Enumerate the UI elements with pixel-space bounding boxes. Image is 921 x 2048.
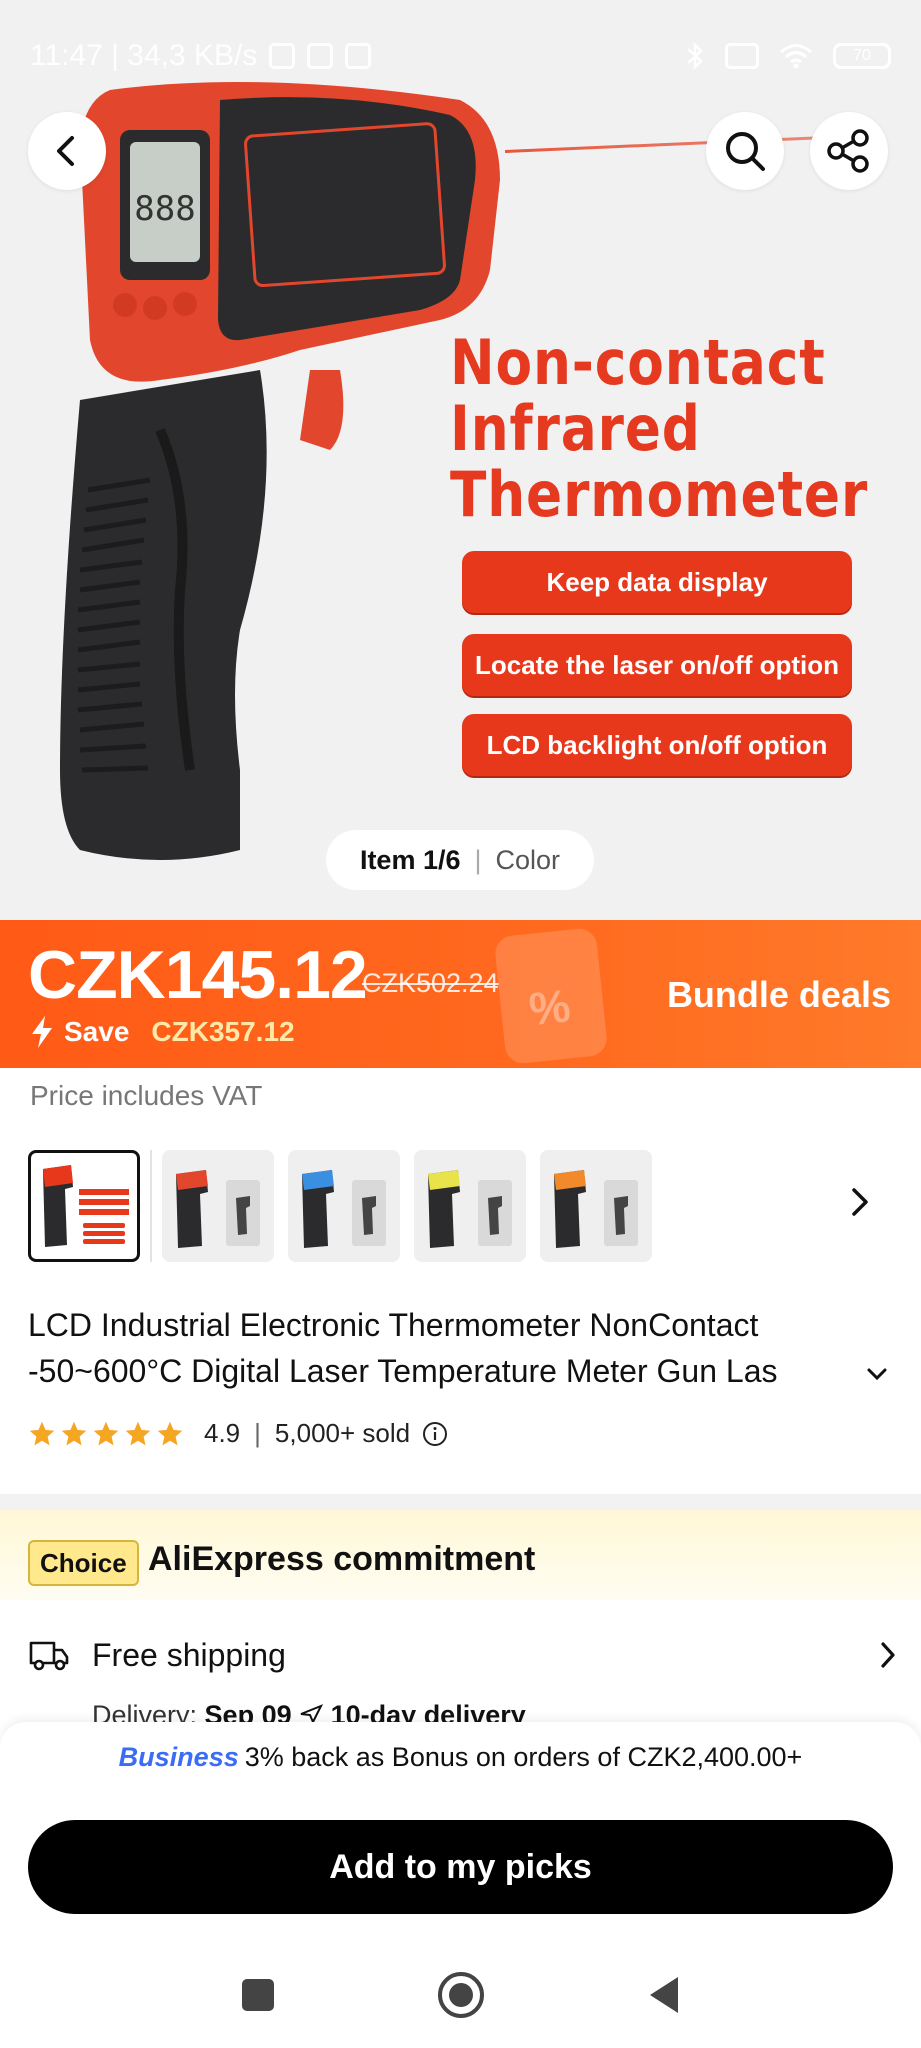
sim-icon	[725, 43, 759, 69]
price-bar: CZK145.12 CZK502.24 Save CZK357.12 % Bun…	[0, 920, 921, 1068]
business-logo: Business	[118, 1742, 239, 1772]
variant-image	[428, 1170, 512, 1248]
bundle-deals-link[interactable]: Bundle deals	[667, 974, 891, 1016]
screen-icon	[345, 43, 372, 69]
item-counter-pill[interactable]: Item 1/6 | Color	[326, 830, 594, 890]
variant-thumb-blue[interactable]	[288, 1150, 400, 1262]
variant-thumb-main[interactable]	[28, 1150, 140, 1262]
chevron-down-icon[interactable]	[866, 1366, 888, 1382]
variant-image	[176, 1170, 260, 1248]
notification-icon	[269, 43, 296, 69]
home-icon[interactable]	[436, 1970, 486, 2020]
wifi-icon	[780, 44, 812, 69]
system-nav-bar	[0, 1950, 921, 2040]
color-label[interactable]: Color	[496, 845, 561, 876]
savings-row: Save CZK357.12	[30, 1016, 295, 1048]
free-shipping-label: Free shipping	[92, 1636, 286, 1673]
current-price: CZK145.12	[28, 937, 368, 1013]
variant-thumb-orange[interactable]	[540, 1150, 652, 1262]
thumb-divider	[150, 1150, 152, 1262]
info-icon[interactable]	[422, 1421, 448, 1447]
search-icon	[726, 132, 765, 171]
share-button[interactable]	[810, 112, 888, 190]
star-icon	[125, 1421, 151, 1445]
product-image-carousel[interactable]: 11:47 | 34,3 KB/s 70 888 Non-contact Inf…	[0, 0, 921, 920]
vat-note: Price includes VAT	[30, 1080, 263, 1111]
sold-count: 5,000+ sold	[274, 1418, 411, 1448]
save-amount: CZK357.12	[151, 1016, 295, 1047]
original-price: CZK502.24	[362, 968, 499, 998]
bonus-text: 3% back as Bonus on orders of CZK2,400.0…	[244, 1742, 803, 1772]
recents-icon[interactable]	[240, 1977, 276, 2013]
share-icon	[827, 129, 869, 173]
section-divider	[0, 1494, 921, 1510]
back-button[interactable]	[28, 112, 106, 190]
variant-thumbnails	[28, 1148, 652, 1264]
save-label: Save	[64, 1016, 130, 1047]
business-bonus-note[interactable]: Business 3% back as Bonus on orders of CZ…	[0, 1742, 921, 1773]
star-rating	[28, 1420, 184, 1448]
rating-row[interactable]: 4.9 | 5,000+ sold	[28, 1418, 448, 1449]
status-time: 11:47 | 34,3 KB/s	[30, 39, 258, 72]
star-icon	[93, 1421, 119, 1445]
thermometer-gun-image: 888	[60, 82, 500, 860]
commitment-title: AliExpress commitment	[148, 1540, 536, 1578]
search-button[interactable]	[706, 112, 784, 190]
feature-badge: Keep data display	[462, 551, 852, 613]
rating-separator: |	[254, 1418, 261, 1448]
variant-image	[43, 1165, 129, 1247]
rating-value: 4.9	[204, 1418, 241, 1448]
feature-badge: Locate the laser on/off option	[462, 634, 852, 696]
item-counter: Item 1/6	[359, 844, 461, 875]
pill-separator: |	[474, 844, 482, 875]
variant-thumb-red[interactable]	[162, 1150, 274, 1262]
battery-icon: 70	[833, 43, 891, 69]
variant-image	[302, 1170, 386, 1248]
discount-tag-icon: %	[493, 927, 609, 1065]
back-nav-icon[interactable]	[646, 1975, 682, 2015]
star-icon	[61, 1421, 87, 1445]
add-to-picks-button[interactable]: Add to my picks	[28, 1820, 893, 1914]
variant-image	[554, 1170, 638, 1248]
shipping-row[interactable]: Free shipping	[28, 1630, 898, 1680]
laser-beam	[504, 135, 835, 153]
device-lcd-digits: 888	[134, 189, 195, 229]
truck-icon	[29, 1641, 69, 1671]
product-title[interactable]: LCD Industrial Electronic Thermometer No…	[28, 1302, 878, 1394]
message-icon	[307, 43, 334, 69]
chevron-right-icon[interactable]	[848, 1184, 872, 1220]
flash-icon	[32, 1016, 52, 1048]
star-icon	[29, 1421, 55, 1445]
status-bar: 11:47 | 34,3 KB/s 70	[30, 38, 891, 74]
variant-thumb-yellow[interactable]	[414, 1150, 526, 1262]
star-icon	[157, 1421, 183, 1445]
choice-badge: Choice	[28, 1540, 139, 1586]
chevron-right-icon	[881, 1642, 895, 1668]
chevron-left-icon	[57, 136, 74, 166]
plane-icon	[300, 1704, 324, 1725]
hero-title: Non-contact Infrared Thermometer	[450, 326, 869, 531]
bluetooth-icon	[687, 41, 703, 71]
feature-badge: LCD backlight on/off option	[462, 714, 852, 776]
